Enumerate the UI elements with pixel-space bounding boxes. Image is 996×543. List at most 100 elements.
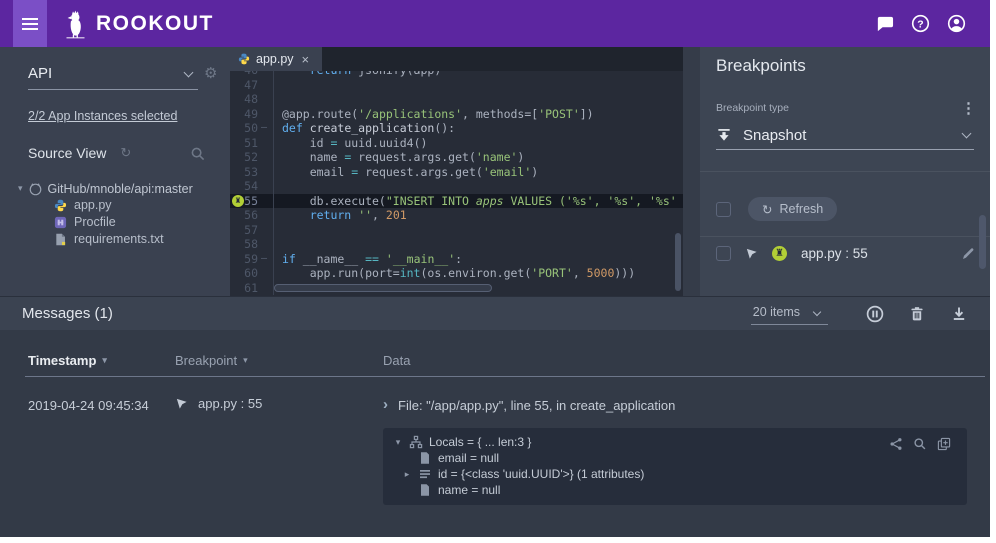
code-line-47[interactable]: 47 [230,78,683,93]
line-number[interactable]: 53 [230,165,258,180]
fold-marker-icon[interactable]: – [258,252,270,267]
caret-down-icon[interactable]: ▾ [393,437,403,448]
column-timestamp[interactable]: Timestamp ▾ [28,353,107,368]
caret-right-icon[interactable]: ▸ [402,469,412,480]
line-number[interactable]: 49 [230,107,258,122]
gutter[interactable]: 50– [230,121,274,136]
tab-app-py[interactable]: app.py × [230,47,322,71]
locals-var-row[interactable]: name = null [393,482,957,498]
code-line-49[interactable]: 49@app.route('/applications', methods=['… [230,107,683,122]
gutter[interactable]: 48 [230,92,274,107]
breakpoint-type-select[interactable]: Snapshot [716,121,974,150]
pause-icon[interactable] [866,305,884,323]
svg-text:?: ? [917,19,923,30]
line-number[interactable]: 60 [230,266,258,281]
app-instances-link[interactable]: 2/2 App Instances selected [28,109,177,123]
gutter[interactable]: 59– [230,252,274,267]
tab-close-icon[interactable]: × [302,52,310,67]
line-number[interactable]: 48 [230,92,258,107]
line-number[interactable]: 58 [230,237,258,252]
hamburger-menu-button[interactable] [13,0,47,47]
code-line-48[interactable]: 48 [230,92,683,107]
chevron-down-icon [813,307,821,315]
code-line-55[interactable]: ♜55 db.execute("INSERT INTO apps VALUES … [230,194,683,209]
line-number[interactable]: 54 [230,179,258,194]
gutter[interactable]: 54 [230,179,274,194]
line-number[interactable]: 47 [230,78,258,93]
panel-scrollbar[interactable] [979,215,986,269]
gutter[interactable]: 57 [230,223,274,238]
kebab-menu-icon[interactable]: ⋮ [961,99,976,117]
breakpoint-rook-icon[interactable]: ♜ [232,195,244,207]
message-row[interactable]: 2019-04-24 09:45:34 app.py : 55 › File: … [28,396,980,416]
code-line-54[interactable]: 54 [230,179,683,194]
select-all-checkbox[interactable] [716,202,731,217]
gutter[interactable]: 61 [230,281,274,296]
column-breakpoint[interactable]: Breakpoint ▾ [175,353,248,368]
code-line-53[interactable]: 53 email = request.args.get('email') [230,165,683,180]
breakpoint-checkbox[interactable] [716,246,731,261]
topbar-actions: ? [875,0,966,47]
gutter[interactable]: 49 [230,107,274,122]
app-select-dropdown[interactable]: API [28,57,198,90]
line-number[interactable]: 51 [230,136,258,151]
line-number[interactable]: 52 [230,150,258,165]
page-size-dropdown[interactable]: 20 items [751,303,828,325]
fold-marker-icon[interactable]: – [258,121,270,136]
code-editor: app.py × 46 return jsonify(app)474849@ap… [230,47,683,296]
gutter[interactable]: 58 [230,237,274,252]
code-line-52[interactable]: 52 name = request.args.get('name') [230,150,683,165]
code-line-60[interactable]: 60 app.run(port=int(os.environ.get('PORT… [230,266,683,281]
gear-icon[interactable]: ⚙ [204,64,217,82]
account-icon[interactable] [947,14,966,33]
line-number[interactable]: 61 [230,281,258,296]
gutter[interactable]: 60 [230,266,274,281]
help-icon[interactable]: ? [911,14,930,33]
tree-file-app-py[interactable]: app.py [54,198,112,212]
gutter[interactable]: 51 [230,136,274,151]
line-number[interactable]: 57 [230,223,258,238]
gutter[interactable]: 53 [230,165,274,180]
search-icon[interactable] [913,437,927,451]
vertical-scrollbar[interactable] [675,233,681,291]
page-size-value: 20 items [753,305,800,319]
horizontal-scrollbar[interactable] [274,284,492,292]
locals-root-row[interactable]: ▾ Locals = { ... len:3 } [393,434,957,450]
chevron-down-icon [184,68,194,78]
code-line-50[interactable]: 50–def create_application(): [230,121,683,136]
breakpoint-list-item[interactable]: ♜ app.py : 55 [716,246,976,261]
line-number[interactable]: 50 [230,121,258,136]
locals-var-row[interactable]: email = null [393,450,957,466]
chat-icon[interactable] [875,14,894,33]
gutter[interactable]: 47 [230,78,274,93]
locals-var-row[interactable]: ▸ id = {<class 'uuid.UUID'>} (1 attribut… [393,466,957,482]
line-number[interactable]: 56 [230,208,258,223]
tree-file-procfile[interactable]: Procfile [54,215,116,229]
tree-file-requirements[interactable]: requirements.txt [54,232,164,246]
variable-leaf-icon [418,483,432,497]
refresh-button[interactable]: ↻ Refresh [748,197,837,221]
code-line-59[interactable]: 59–if __name__ == '__main__': [230,252,683,267]
variable-leaf-icon [418,451,432,465]
code-line-51[interactable]: 51 id = uuid.uuid4() [230,136,683,151]
refresh-sources-icon[interactable]: ↻ [120,145,131,161]
gutter[interactable]: 56 [230,208,274,223]
code-line-58[interactable]: 58 [230,237,683,252]
download-icon[interactable] [950,305,968,323]
repo-tree-root[interactable]: ▾ GitHub/mnoble/api:master [18,181,193,196]
code-line-57[interactable]: 57 [230,223,683,238]
code-text [274,78,282,93]
code-area[interactable]: 46 return jsonify(app)474849@app.route('… [230,71,683,296]
share-icon[interactable] [889,437,903,451]
trash-icon[interactable] [908,305,926,323]
gutter[interactable]: ♜55 [230,194,274,209]
line-number[interactable]: 59 [230,252,258,267]
search-icon[interactable] [190,146,206,162]
copy-add-icon[interactable] [937,437,951,451]
code-text [274,92,282,107]
gutter[interactable]: 52 [230,150,274,165]
procfile-icon [54,216,67,229]
message-data-summary[interactable]: › File: "/app/app.py", line 55, in creat… [383,396,675,414]
code-line-56[interactable]: 56 return '', 201 [230,208,683,223]
edit-pencil-icon[interactable] [961,246,976,261]
